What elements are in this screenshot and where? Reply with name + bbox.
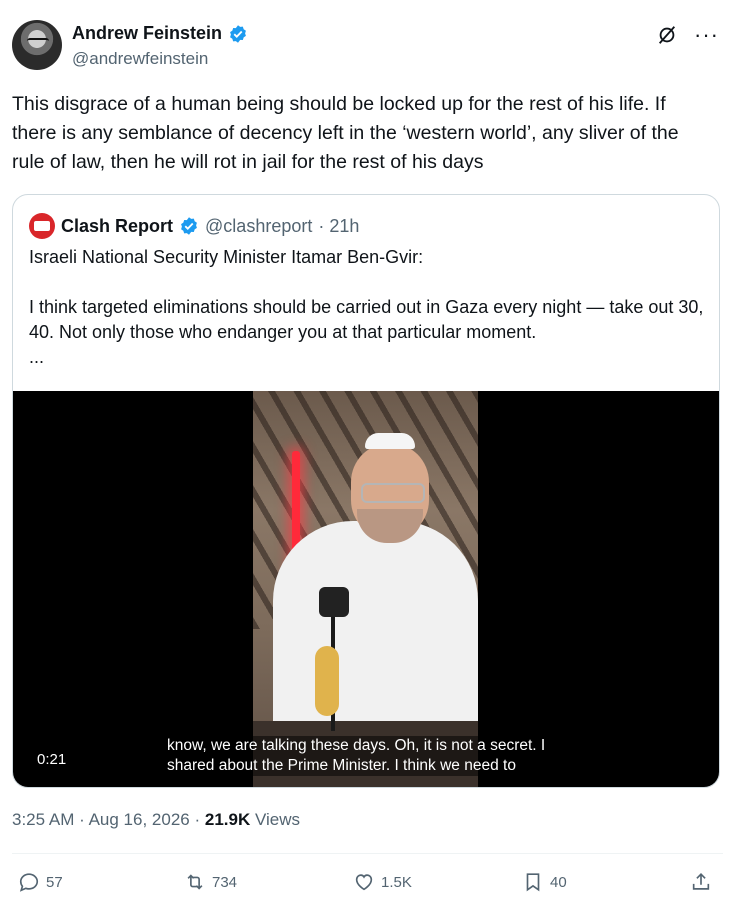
tweet-time[interactable]: 3:25 AM <box>12 810 74 829</box>
video-frame <box>253 391 478 787</box>
separator: · <box>79 810 85 829</box>
author-name[interactable]: Andrew Feinstein <box>72 23 222 44</box>
quoted-text-ellipsis: ... <box>29 347 45 367</box>
more-options-icon[interactable]: ··· <box>694 24 719 46</box>
quoted-author-name[interactable]: Clash Report <box>61 216 173 237</box>
repost-count: 734 <box>212 873 238 891</box>
author-name-row: Andrew Feinstein <box>72 23 248 44</box>
bookmark-icon <box>526 873 540 892</box>
quoted-tweet-text: Israeli National Security Minister Itama… <box>29 245 709 370</box>
subtitle-line: shared about the Prime Minister. I think… <box>165 756 518 776</box>
header-actions: ··· <box>656 24 719 46</box>
reply-count: 57 <box>46 873 63 891</box>
share-button[interactable] <box>690 871 712 893</box>
quoted-author-handle[interactable]: @clashreport <box>205 216 312 237</box>
tweet-meta: 3:25 AM · Aug 16, 2026 · 21.9K Views <box>12 810 300 830</box>
quoted-tweet-time[interactable]: · 21h <box>318 216 359 237</box>
bookmark-count: 40 <box>550 873 567 891</box>
video-player[interactable]: 0:21 know, we are talking these days. Oh… <box>13 391 719 787</box>
quoted-tweet-header: Clash Report @clashreport · 21h <box>29 213 359 239</box>
tweet-date[interactable]: Aug 16, 2026 <box>89 810 190 829</box>
like-button[interactable]: 1.5K <box>353 871 412 893</box>
tweet-text: This disgrace of a human being should be… <box>12 93 679 173</box>
separator: · <box>194 810 201 829</box>
author-avatar[interactable] <box>12 20 62 70</box>
views-label: Views <box>254 810 301 829</box>
tweet-header: Andrew Feinstein @andrewfeinstein ··· <box>12 20 723 72</box>
reply-button[interactable]: 57 <box>18 871 63 893</box>
grok-icon[interactable] <box>656 24 678 46</box>
clash-report-avatar[interactable] <box>29 213 55 239</box>
verified-badge-icon <box>230 24 246 43</box>
repost-button[interactable]: 734 <box>184 871 237 893</box>
share-icon <box>692 873 710 890</box>
subtitle-line: know, we are talking these days. Oh, it … <box>165 736 548 756</box>
quoted-tweet[interactable]: Clash Report @clashreport · 21h Israeli … <box>12 194 720 788</box>
author-handle[interactable]: @andrewfeinstein <box>72 49 208 69</box>
like-count: 1.5K <box>381 873 412 891</box>
verified-badge-icon <box>181 217 197 235</box>
heart-icon <box>355 874 373 891</box>
divider <box>12 853 723 854</box>
video-duration: 0:21 <box>37 751 67 768</box>
quoted-text-line: Israeli National Security Minister Itama… <box>29 247 424 267</box>
reply-icon <box>19 873 39 892</box>
repost-icon <box>187 874 203 890</box>
views-count[interactable]: 21.9K <box>205 810 250 829</box>
quoted-text-line: I think targeted eliminations should be … <box>29 297 704 342</box>
action-bar: 57 734 1.5K 40 <box>18 871 718 899</box>
video-subtitles: know, we are talking these days. Oh, it … <box>165 736 605 776</box>
bookmark-button[interactable]: 40 <box>522 871 567 893</box>
